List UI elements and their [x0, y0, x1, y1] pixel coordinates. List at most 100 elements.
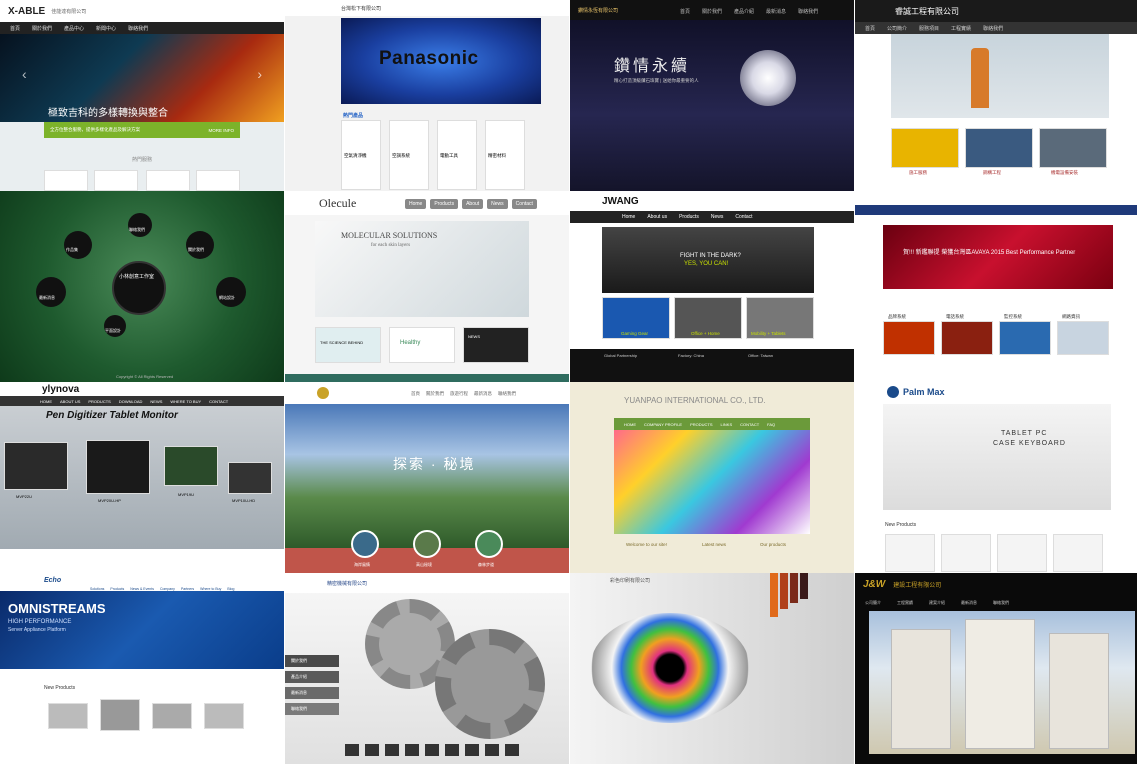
- nav-item[interactable]: News: [711, 214, 724, 220]
- product-thumb[interactable]: [941, 534, 991, 572]
- nav-item[interactable]: 首頁: [865, 25, 875, 32]
- nav-item[interactable]: COMPANY PROFILE: [644, 422, 682, 427]
- product-image[interactable]: [4, 442, 68, 490]
- tile-diamond[interactable]: 鑽情永恆有限公司 首頁 關於我們 產品介紹 最新消息 聯絡我們 鑽情永續 精心打…: [570, 0, 854, 191]
- nav-item[interactable]: 產品中心: [64, 25, 84, 32]
- menu-item[interactable]: 聯絡我們: [285, 703, 339, 715]
- nav-item[interactable]: NEWS: [150, 399, 162, 404]
- tile-echo[interactable]: Echo Solutions Products News & Events Co…: [0, 573, 284, 764]
- category-circle[interactable]: 森林步道: [475, 530, 503, 567]
- nav-item[interactable]: 最新消息: [961, 600, 977, 606]
- nav-item[interactable]: 工程實績: [951, 25, 971, 32]
- feature-card[interactable]: 監控系統: [999, 314, 1051, 355]
- category-circle[interactable]: 海岸風情: [351, 530, 379, 567]
- nav-item[interactable]: 旅遊行程: [450, 391, 468, 397]
- nav-item[interactable]: 聯絡我們: [128, 25, 148, 32]
- service-thumb[interactable]: [1039, 128, 1107, 168]
- thumbnail[interactable]: [505, 744, 519, 756]
- nav-item[interactable]: News: [487, 199, 508, 209]
- nav-item[interactable]: HOME: [624, 422, 636, 427]
- tile-avaya[interactable]: 賀!!! 新鑑聯提 榮獲台灣區AVAYA 2015 Best Performan…: [855, 191, 1137, 382]
- product-card[interactable]: 精密材料: [485, 120, 525, 190]
- tile-xable[interactable]: X-ABLE 佳能達有限公司 首頁 關於我們 產品中心 新聞中心 聯絡我們 ‹ …: [0, 0, 284, 191]
- nav-item[interactable]: CONTACT: [740, 422, 759, 427]
- service-card[interactable]: [94, 170, 138, 191]
- nav-item[interactable]: 聯絡我們: [983, 25, 1003, 32]
- nav-item[interactable]: 新聞中心: [96, 25, 116, 32]
- product-thumb[interactable]: [1053, 534, 1103, 572]
- nav-item[interactable]: 聯絡我們: [498, 391, 516, 397]
- nav-item[interactable]: Contact: [735, 214, 752, 220]
- nav-item[interactable]: 關於我們: [426, 391, 444, 397]
- feature-card[interactable]: 品牌系統: [883, 314, 935, 355]
- tile-olecule[interactable]: Olecule Home Products About News Contact…: [285, 191, 569, 382]
- menu-tab[interactable]: [770, 573, 778, 617]
- thumbnail[interactable]: [345, 744, 359, 756]
- menu-tab[interactable]: [780, 573, 788, 609]
- nav-item[interactable]: 建案介紹: [929, 600, 945, 606]
- service-thumb[interactable]: [965, 128, 1033, 168]
- feature-card[interactable]: 電話系統: [941, 314, 993, 355]
- product-card[interactable]: 空調系統: [389, 120, 429, 190]
- node-button[interactable]: 最新消息: [36, 277, 66, 307]
- nav-item[interactable]: 聯絡我們: [993, 600, 1009, 606]
- prev-arrow-icon[interactable]: ‹: [22, 66, 27, 82]
- nav-item[interactable]: Contact: [511, 199, 537, 209]
- nav-item[interactable]: 關於我們: [702, 8, 722, 15]
- nav-item[interactable]: Home: [405, 199, 427, 209]
- nav-item[interactable]: 關於我們: [32, 25, 52, 32]
- nav-item[interactable]: CONTACT: [209, 399, 228, 404]
- product-thumb[interactable]: [997, 534, 1047, 572]
- menu-tab[interactable]: [790, 573, 798, 603]
- nav-item[interactable]: About us: [647, 214, 667, 220]
- thumbnail[interactable]: [445, 744, 459, 756]
- tile-palmmax[interactable]: Palm Max TABLET PC CASE KEYBOARD New Pro…: [855, 382, 1137, 573]
- thumbnail[interactable]: [405, 744, 419, 756]
- more-info-button[interactable]: MORE INFO: [209, 128, 235, 133]
- product-image[interactable]: [86, 440, 150, 494]
- menu-tab[interactable]: [800, 573, 808, 599]
- product-thumb[interactable]: [48, 703, 88, 729]
- nav-item[interactable]: DOWNLOAD: [119, 399, 143, 404]
- tile-panasonic[interactable]: 台灣松下有限公司 Panasonic 熱門產品 空氣清淨機 空調系統 電動工具 …: [285, 0, 569, 191]
- product-thumb[interactable]: [885, 534, 935, 572]
- product-card[interactable]: 空氣清淨機: [341, 120, 381, 190]
- nav-item[interactable]: Home: [622, 214, 635, 220]
- service-card[interactable]: [196, 170, 240, 191]
- node-button[interactable]: 作品集: [64, 231, 92, 259]
- thumbnail[interactable]: [465, 744, 479, 756]
- feature-card[interactable]: THE SCIENCE BEHIND: [315, 327, 381, 363]
- nav-item[interactable]: Products: [679, 214, 699, 220]
- tile-gears[interactable]: 精密機械有限公司 關於我們 產品介紹 最新消息 聯絡我們: [285, 573, 569, 764]
- thumbnail[interactable]: [425, 744, 439, 756]
- nav-item[interactable]: 首頁: [680, 8, 690, 15]
- menu-item[interactable]: 關於我們: [285, 655, 339, 667]
- tile-eye[interactable]: 彩色印刷有限公司: [570, 573, 854, 764]
- nav-item[interactable]: 服務項目: [919, 25, 939, 32]
- node-button[interactable]: 聯絡我們: [128, 213, 152, 237]
- nav-item[interactable]: LINKS: [721, 422, 733, 427]
- tile-yuanpao[interactable]: YUANPAO INTERNATIONAL CO., LTD. HOME COM…: [570, 382, 854, 573]
- nav-item[interactable]: 最新消息: [474, 391, 492, 397]
- tile-engineering[interactable]: 睿誠工程有限公司 首頁 公司簡介 服務項目 工程實績 聯絡我們 施工服務 鋼構工…: [855, 0, 1137, 191]
- product-tile[interactable]: Gaming Gear: [602, 297, 670, 339]
- nav-item[interactable]: PRODUCTS: [88, 399, 110, 404]
- nav-item[interactable]: 聯絡我們: [798, 8, 818, 15]
- nav-item[interactable]: About: [462, 199, 484, 209]
- product-thumb[interactable]: [152, 703, 192, 729]
- feature-card[interactable]: NEWS: [463, 327, 529, 363]
- nav-item[interactable]: 工程實績: [897, 600, 913, 606]
- product-image[interactable]: [164, 446, 218, 486]
- product-image[interactable]: [228, 462, 272, 494]
- nav-item[interactable]: 公司簡介: [887, 25, 907, 32]
- product-thumb[interactable]: [204, 703, 244, 729]
- tile-studio[interactable]: 小林創意工作室 作品集 聯絡我們 關於我們 最新消息 網站設計 平面設計 Cop…: [0, 191, 284, 382]
- thumbnail[interactable]: [385, 744, 399, 756]
- product-tile[interactable]: Office + Home: [674, 297, 742, 339]
- nav-item[interactable]: ABOUT US: [60, 399, 80, 404]
- product-tile[interactable]: Mobility + Tablets: [746, 297, 814, 339]
- menu-item[interactable]: 最新消息: [285, 687, 339, 699]
- next-arrow-icon[interactable]: ›: [257, 66, 262, 82]
- nav-item[interactable]: 產品介紹: [734, 8, 754, 15]
- nav-item[interactable]: 最新消息: [766, 8, 786, 15]
